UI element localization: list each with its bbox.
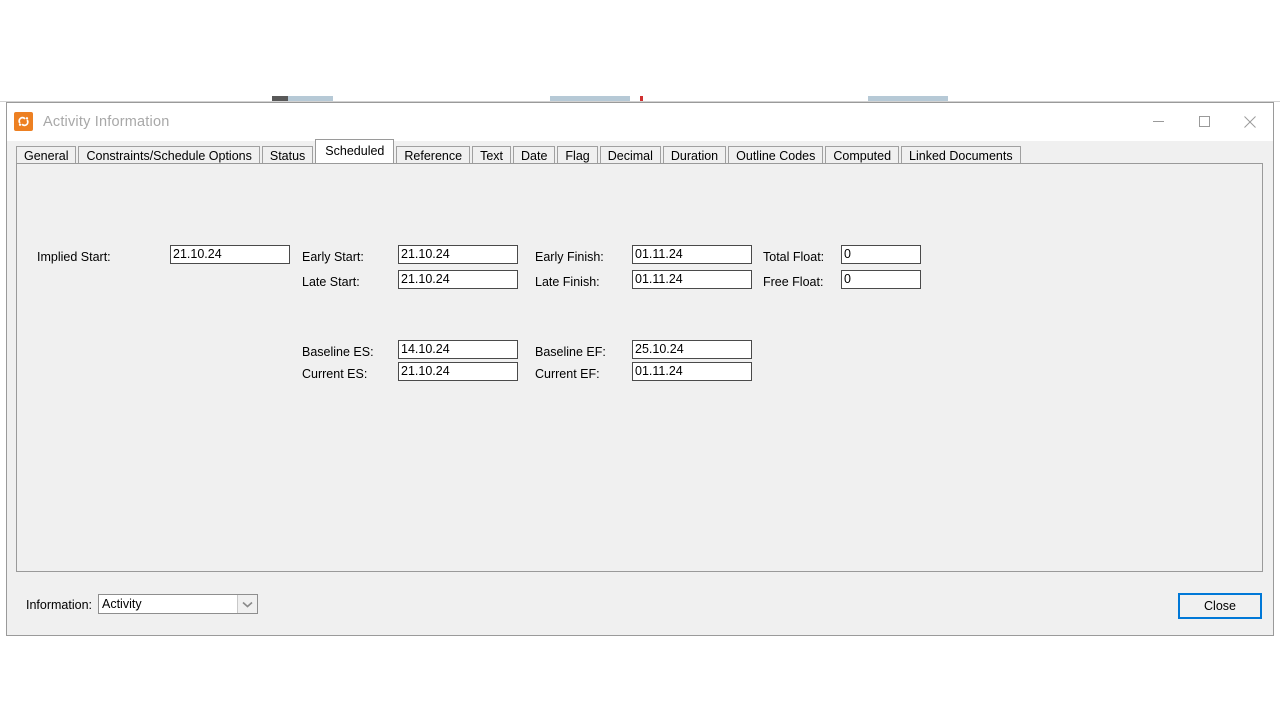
information-select[interactable]: Activity — [98, 594, 258, 614]
activity-information-dialog: Activity Information General Constraints… — [6, 102, 1274, 636]
title-bar[interactable]: Activity Information — [7, 103, 1273, 141]
maximize-icon[interactable] — [1181, 103, 1227, 140]
baseline-es-input[interactable]: 14.10.24 — [398, 340, 518, 359]
tab-scheduled[interactable]: Scheduled — [315, 139, 394, 163]
app-swirl-icon — [14, 112, 33, 131]
early-start-input[interactable]: 21.10.24 — [398, 245, 518, 264]
late-start-input[interactable]: 21.10.24 — [398, 270, 518, 289]
implied-start-label: Implied Start: — [37, 249, 111, 265]
minimize-icon[interactable] — [1135, 103, 1181, 140]
early-finish-label: Early Finish: — [535, 249, 604, 265]
free-float-label: Free Float: — [763, 274, 823, 290]
window-title: Activity Information — [43, 114, 170, 130]
close-button[interactable]: Close — [1178, 593, 1262, 619]
background-gantt-bar — [272, 96, 288, 101]
current-ef-input[interactable]: 01.11.24 — [632, 362, 752, 381]
information-label: Information: — [26, 598, 92, 612]
background-gantt-bar — [868, 96, 948, 101]
current-es-input[interactable]: 21.10.24 — [398, 362, 518, 381]
baseline-es-label: Baseline ES: — [302, 344, 374, 360]
early-start-label: Early Start: — [302, 249, 364, 265]
window-controls — [1135, 103, 1273, 140]
free-float-input[interactable]: 0 — [841, 270, 921, 289]
early-finish-input[interactable]: 01.11.24 — [632, 245, 752, 264]
total-float-label: Total Float: — [763, 249, 824, 265]
information-select-value: Activity — [99, 595, 237, 613]
chevron-down-icon[interactable] — [237, 595, 257, 613]
implied-start-input[interactable]: 21.10.24 — [170, 245, 290, 264]
tab-strip: General Constraints/Schedule Options Sta… — [16, 141, 1271, 163]
close-icon[interactable] — [1227, 103, 1273, 140]
background-gantt-marker — [640, 96, 643, 101]
late-finish-label: Late Finish: — [535, 274, 600, 290]
background-gantt-bar — [288, 96, 333, 101]
background-app-sliver — [0, 0, 1280, 104]
total-float-input[interactable]: 0 — [841, 245, 921, 264]
current-es-label: Current ES: — [302, 366, 367, 382]
baseline-ef-input[interactable]: 25.10.24 — [632, 340, 752, 359]
baseline-ef-label: Baseline EF: — [535, 344, 606, 360]
late-finish-input[interactable]: 01.11.24 — [632, 270, 752, 289]
scheduled-tab-panel: Implied Start: 21.10.24 Early Start: 21.… — [16, 163, 1263, 572]
late-start-label: Late Start: — [302, 274, 360, 290]
current-ef-label: Current EF: — [535, 366, 600, 382]
background-gantt-bar — [550, 96, 630, 101]
dialog-footer: Information: Activity Close — [7, 583, 1273, 635]
